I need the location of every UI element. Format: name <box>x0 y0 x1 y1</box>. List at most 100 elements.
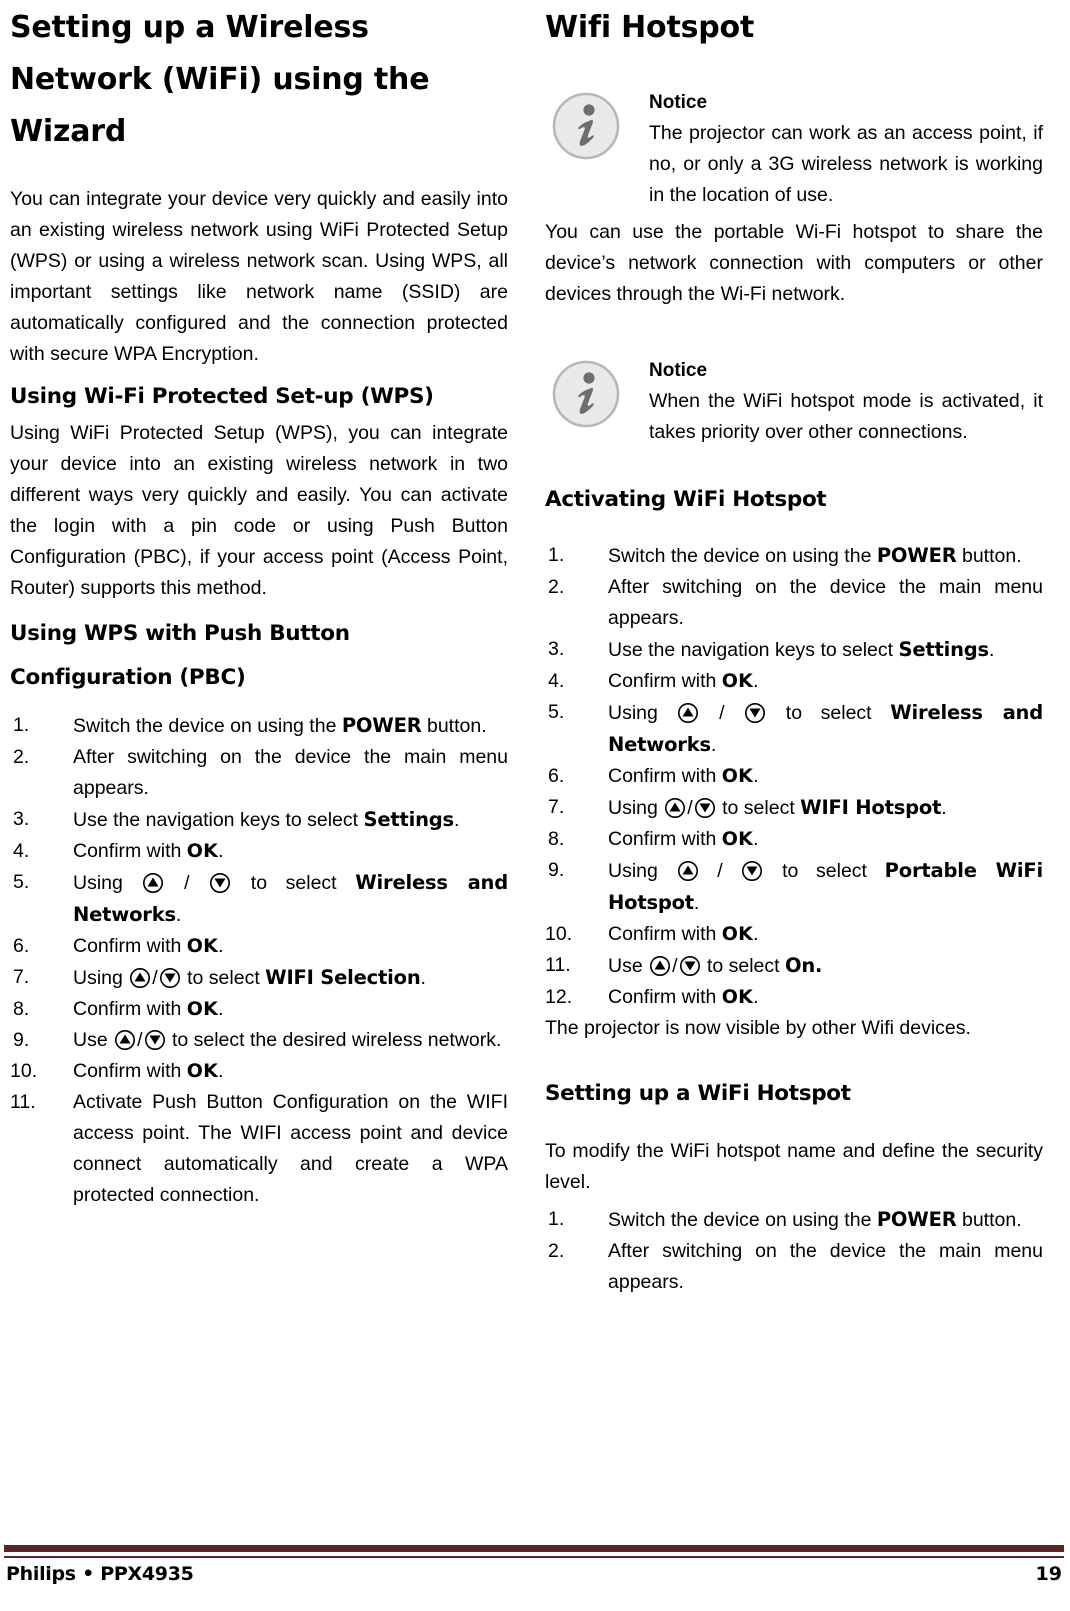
emphasized-term: Wireless and Networks <box>608 701 1043 756</box>
list-item-number: 1. <box>13 714 30 736</box>
list-item: 7. Using / to select WIFI Selection. <box>10 962 508 994</box>
list-item: 7. Using / to select WIFI Hotspot. <box>545 792 1043 824</box>
list-item-text: Confirm with OK. <box>73 840 224 862</box>
list-item-text: Using / to select Portable WiFi Hotspot. <box>608 859 1043 914</box>
right-paragraph-1: You can use the portable Wi-Fi hotspot t… <box>545 221 1043 305</box>
list-item-number: 9. <box>13 1029 30 1051</box>
two-column-layout: Setting up a Wireless Network (WiFi) usi… <box>0 0 1070 1298</box>
list-item-number: 10. <box>545 923 573 945</box>
list-item-text: Confirm with OK. <box>73 935 224 957</box>
list-item-number: 4. <box>13 840 30 862</box>
nav-up-key-icon <box>142 872 164 894</box>
info-icon <box>550 90 622 162</box>
right-column: Wifi Hotspot Notice The projector can wo… <box>545 2 1043 1298</box>
nav-down-key-icon <box>679 955 701 977</box>
list-item-number: 1. <box>548 1208 565 1230</box>
list-item: 1. Switch the device on using the POWER b… <box>545 1204 1043 1236</box>
left-column: Setting up a Wireless Network (WiFi) usi… <box>10 2 508 1298</box>
emphasized-term: POWER <box>876 1208 957 1231</box>
list-item: 10. Confirm with OK. <box>545 919 1043 950</box>
setting-up-steps-list: 1. Switch the device on using the POWER b… <box>545 1204 1043 1298</box>
emphasized-term: Settings <box>898 638 990 661</box>
emphasized-term: POWER <box>876 544 957 567</box>
list-item-number: 2. <box>548 576 565 598</box>
list-item-text: Confirm with OK. <box>73 998 224 1020</box>
list-item: 2. After switching on the device the main… <box>545 1236 1043 1298</box>
notice-1-text: The projector can work as an access poin… <box>649 122 1043 206</box>
nav-up-key-icon <box>114 1029 136 1051</box>
notice-2-text: When the WiFi hotspot mode is activated,… <box>649 390 1043 443</box>
list-item: 3. Use the navigation keys to select Sett… <box>545 634 1043 666</box>
right-page-title: Wifi Hotspot <box>545 10 755 45</box>
list-item-text: Confirm with OK. <box>608 923 759 945</box>
list-item-text: Using / to select WIFI Hotspot. <box>608 796 947 819</box>
activating-closing-line: The projector is now visible by other Wi… <box>545 1017 971 1039</box>
notice-1-label: Notice <box>649 92 708 113</box>
list-item-number: 10. <box>10 1060 38 1082</box>
list-item: 3. Use the navigation keys to select Sett… <box>10 804 508 836</box>
footer-brand: Philips • PPX4935 <box>6 1563 194 1585</box>
list-item-text: Using / to select Wireless and Networks. <box>608 701 1043 756</box>
emphasized-term: WIFI Selection <box>265 966 421 989</box>
list-item: 9. Use / to select the desired wireless n… <box>10 1025 508 1056</box>
notice-1-body: Notice The projector can work as an acce… <box>649 88 1043 211</box>
list-item-number: 6. <box>13 935 30 957</box>
list-item: 8. Confirm with OK. <box>10 994 508 1025</box>
list-item-number: 9. <box>548 859 565 881</box>
heading-pbc-line-2: Configuration (PBC) <box>10 665 246 690</box>
list-item-number: 2. <box>13 746 30 768</box>
emphasized-term: OK <box>721 765 754 787</box>
list-item-text: Confirm with OK. <box>608 828 759 850</box>
list-item: 4. Confirm with OK. <box>545 666 1043 697</box>
notice-box-1: Notice The projector can work as an acce… <box>545 88 1043 211</box>
nav-up-key-icon <box>129 967 151 989</box>
list-item-text: Confirm with OK. <box>608 765 759 787</box>
page-title-line-3: Wizard <box>10 114 127 149</box>
list-item: 8. Confirm with OK. <box>545 824 1043 855</box>
emphasized-term: OK <box>721 923 754 945</box>
nav-down-key-icon <box>694 797 716 819</box>
document-page: Setting up a Wireless Network (WiFi) usi… <box>0 0 1070 1611</box>
list-item: 2. After switching on the device the main… <box>545 572 1043 634</box>
setting-up-intro: To modify the WiFi hotspot name and defi… <box>545 1140 1043 1193</box>
list-item: 5. Using / to select Wireless and Network… <box>545 697 1043 761</box>
list-item-text: Using / to select WIFI Selection. <box>73 966 426 989</box>
emphasized-term: OK <box>721 828 754 850</box>
list-item-number: 4. <box>548 670 565 692</box>
heading-setting-up-wifi-hotspot: Setting up a WiFi Hotspot <box>545 1081 851 1106</box>
list-item-text: Confirm with OK. <box>608 670 759 692</box>
footer-rule-thin <box>4 1556 1064 1558</box>
emphasized-term: Wireless and Networks <box>73 871 508 926</box>
heading-activating-wifi-hotspot: Activating WiFi Hotspot <box>545 487 827 512</box>
page-title-line-2: Network (WiFi) using the <box>10 62 430 97</box>
nav-up-key-icon <box>677 702 699 724</box>
emphasized-term: OK <box>186 1060 219 1082</box>
list-item-text: Switch the device on using the POWER but… <box>608 544 1022 567</box>
emphasized-term: OK <box>186 840 219 862</box>
list-item-text: After switching on the device the main m… <box>608 576 1043 629</box>
nav-down-key-icon <box>209 872 231 894</box>
nav-up-key-icon <box>649 955 671 977</box>
emphasized-term: WIFI Hotspot <box>800 796 942 819</box>
list-item: 1. Switch the device on using the POWER b… <box>10 710 508 742</box>
pbc-steps-list: 1. Switch the device on using the POWER b… <box>10 710 508 1211</box>
list-item-number: 8. <box>548 828 565 850</box>
emphasized-term: POWER <box>341 714 422 737</box>
left-intro-paragraph: You can integrate your device very quick… <box>10 188 508 365</box>
list-item: 5. Using / to select Wireless and Network… <box>10 867 508 931</box>
emphasized-term: Settings <box>363 808 455 831</box>
emphasized-term: OK <box>186 998 219 1020</box>
list-item-number: 12. <box>545 986 573 1008</box>
list-item-number: 6. <box>548 765 565 787</box>
list-item-number: 11. <box>10 1091 36 1113</box>
list-item-text: Confirm with OK. <box>73 1060 224 1082</box>
list-item: 2. After switching on the device the main… <box>10 742 508 804</box>
info-icon <box>550 358 622 430</box>
list-item: 9. Using / to select Portable WiFi Hotspo… <box>545 855 1043 919</box>
list-item-text: Switch the device on using the POWER but… <box>608 1208 1022 1231</box>
emphasized-term: On. <box>785 954 823 977</box>
list-item-text: After switching on the device the main m… <box>608 1240 1043 1293</box>
list-item-text: Activate Push Button Configuration on th… <box>73 1091 508 1206</box>
nav-down-key-icon <box>741 860 763 882</box>
list-item-text: Use / to select On. <box>608 954 823 977</box>
